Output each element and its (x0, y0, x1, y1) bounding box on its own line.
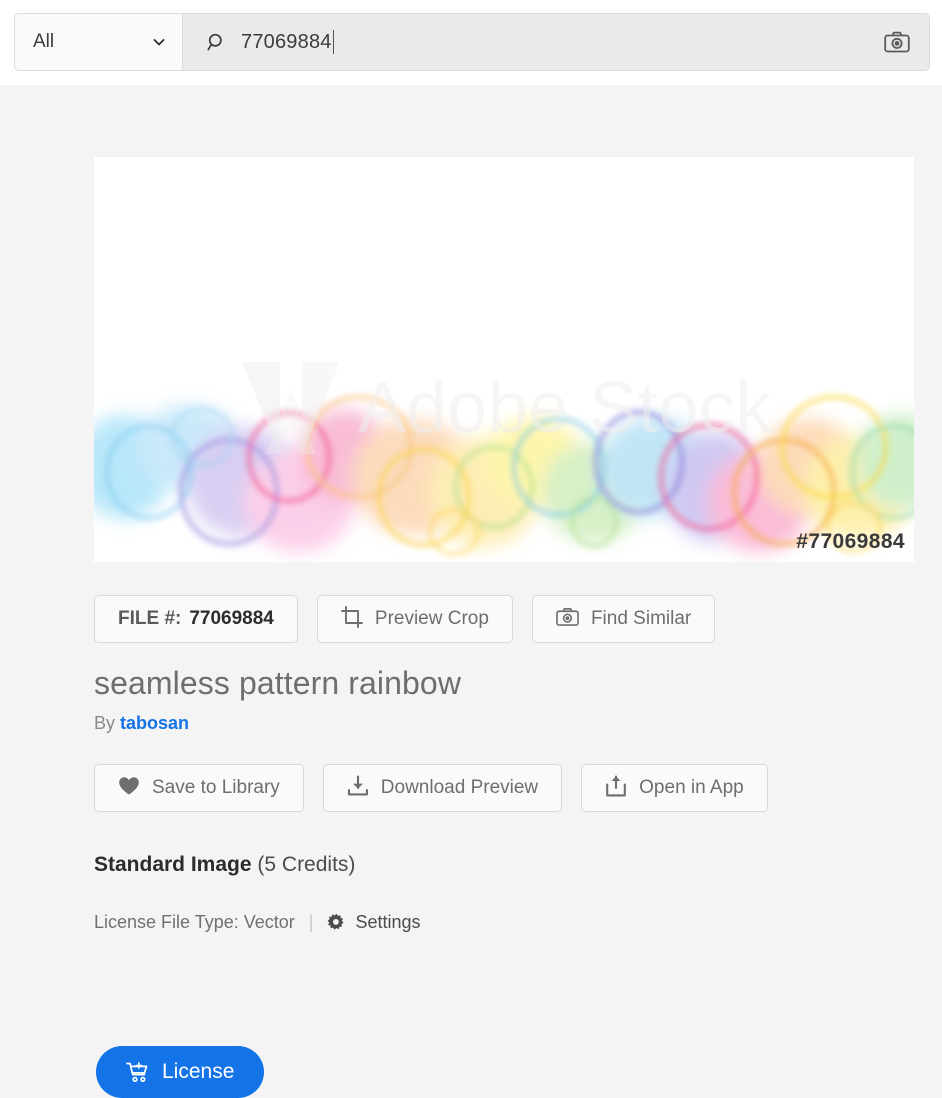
license-file-type: License File Type: Vector (94, 912, 295, 932)
crop-icon (340, 605, 363, 633)
download-icon (347, 774, 369, 802)
byline: By tabosan (94, 713, 189, 734)
heart-icon (118, 776, 140, 801)
author-link[interactable]: tabosan (120, 713, 189, 733)
file-number-value: 77069884 (189, 608, 274, 629)
gear-icon (327, 913, 346, 932)
preview-crop-button[interactable]: Preview Crop (316, 595, 513, 643)
asset-preview-image[interactable]: Adobe Stock #77069884 (94, 157, 914, 562)
meta-separator: | (308, 912, 314, 932)
adobe-stock-watermark: Adobe Stock (94, 157, 914, 562)
open-in-app-icon (605, 775, 627, 802)
license-settings-link[interactable]: Settings (327, 912, 421, 933)
find-similar-button[interactable]: Find Similar (531, 595, 716, 643)
search-scope-dropdown[interactable]: All (15, 14, 183, 70)
search-input-value: 77069884 (241, 30, 332, 53)
file-number-button[interactable]: FILE #: 77069884 (94, 595, 298, 643)
visual-search-button[interactable] (865, 14, 929, 70)
download-preview-button[interactable]: Download Preview (322, 764, 563, 812)
page-title: seamless pattern rainbow (94, 665, 462, 701)
license-type-name: Standard Image (94, 853, 252, 876)
detail-page-content: Adobe Stock #77069884 FILE #: 77069884 P… (0, 85, 942, 1098)
save-to-library-label: Save to Library (152, 777, 280, 798)
save-to-library-button[interactable]: Save to Library (94, 764, 304, 812)
search-bar: All 77069884 (14, 13, 930, 71)
camera-icon (556, 607, 579, 632)
open-in-app-button[interactable]: Open in App (581, 764, 768, 812)
license-meta-row: License File Type: Vector | Settings (94, 912, 421, 933)
search-input[interactable]: 77069884 (183, 14, 865, 70)
top-header: All 77069884 (0, 0, 942, 85)
license-credits: (5 Credits) (257, 853, 356, 876)
adobe-logo-icon (236, 358, 344, 458)
chevron-down-icon (152, 35, 166, 49)
license-button-label: License (162, 1060, 235, 1083)
find-similar-label: Find Similar (590, 608, 692, 629)
file-number-prefix: FILE #: (118, 608, 182, 629)
download-preview-label: Download Preview (380, 777, 539, 798)
camera-icon (884, 31, 910, 53)
license-button[interactable]: License (96, 1046, 265, 1098)
preview-crop-label: Preview Crop (374, 608, 489, 629)
search-icon (207, 32, 227, 52)
open-in-app-label: Open in App (639, 777, 744, 798)
asset-meta-button-row: FILE #: 77069884 Preview Crop Find Simil… (94, 595, 716, 643)
settings-label: Settings (355, 912, 421, 932)
watermark-label: Adobe Stock (358, 367, 772, 448)
cart-add-icon (126, 1061, 149, 1084)
preview-file-number-stamp: #77069884 (796, 530, 905, 553)
search-scope-label: All (33, 31, 55, 52)
byline-prefix: By (94, 713, 116, 733)
asset-action-button-row: Save to Library Download Preview Open in… (94, 764, 768, 812)
text-caret (332, 30, 334, 54)
license-type-heading: Standard Image (5 Credits) (94, 853, 355, 877)
